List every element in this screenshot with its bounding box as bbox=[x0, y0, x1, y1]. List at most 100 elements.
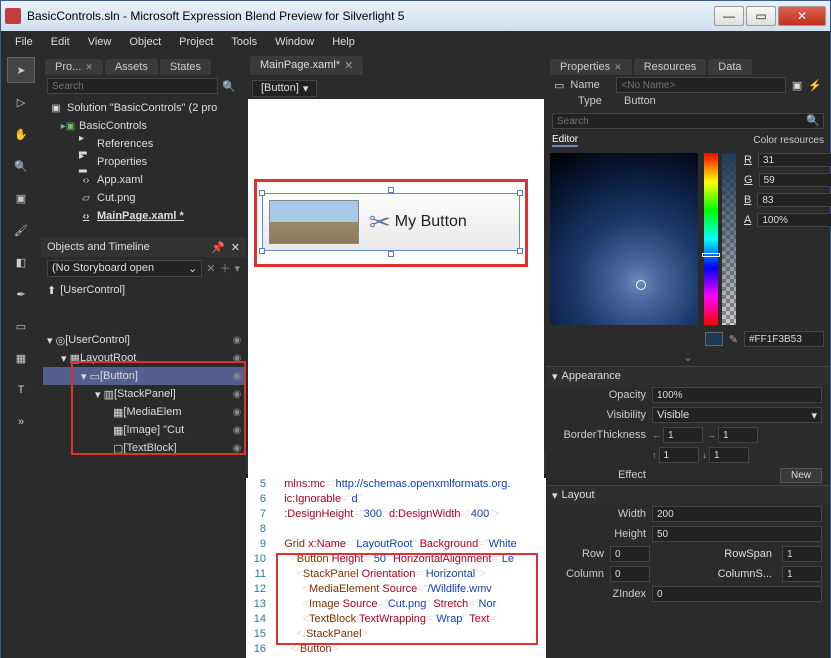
visibility-icon[interactable]: ◉ bbox=[230, 443, 244, 454]
tree-usercontrol[interactable]: ▾ ◎[UserControl]◉ bbox=[43, 331, 244, 349]
menu-file[interactable]: File bbox=[7, 34, 41, 50]
zoom-tool[interactable]: 🔍 bbox=[7, 153, 35, 179]
code-line[interactable]: 11 <StackPanel Orientation="Horizontal"> bbox=[246, 568, 546, 583]
b-input[interactable] bbox=[757, 193, 831, 207]
visibility-icon[interactable]: ◉ bbox=[230, 389, 244, 400]
gradient-tool[interactable]: ◧ bbox=[7, 249, 35, 275]
storyboard-combo[interactable]: (No Storyboard open⌄ bbox=[47, 260, 202, 277]
events-view-icon[interactable]: ⚡ bbox=[808, 79, 822, 92]
storyboard-new-icon[interactable]: ＋ bbox=[219, 260, 230, 276]
hue-slider[interactable] bbox=[704, 153, 718, 325]
direct-select-tool[interactable]: ▷ bbox=[7, 89, 35, 115]
row-input[interactable]: 0 bbox=[610, 546, 650, 562]
tree-button[interactable]: ▾ ▭[Button]◉ bbox=[43, 367, 244, 385]
visibility-icon[interactable]: ◉ bbox=[230, 335, 244, 346]
project-item[interactable]: ▸ ▂Properties bbox=[45, 153, 242, 171]
height-input[interactable] bbox=[652, 526, 822, 542]
resize-handle[interactable] bbox=[388, 187, 394, 193]
visibility-icon[interactable]: ◉ bbox=[230, 425, 244, 436]
resize-handle[interactable] bbox=[259, 248, 265, 254]
tree-textblock[interactable]: ▢[TextBlock]◉ bbox=[43, 439, 244, 457]
resize-handle[interactable] bbox=[259, 190, 265, 196]
menu-tools[interactable]: Tools bbox=[223, 34, 265, 50]
appearance-category[interactable]: ▾Appearance bbox=[546, 367, 830, 385]
tab-close-icon[interactable]: ✕ bbox=[344, 59, 353, 72]
tab-data[interactable]: Data bbox=[708, 59, 751, 75]
tree-image[interactable]: ▦[Image] "Cut◉ bbox=[43, 421, 244, 439]
rectangle-tool[interactable]: ▭ bbox=[7, 313, 35, 339]
scope-up-icon[interactable]: ⬆ bbox=[47, 284, 56, 297]
menu-window[interactable]: Window bbox=[267, 34, 322, 50]
brush-tool[interactable]: 🖌 bbox=[7, 217, 35, 243]
menu-edit[interactable]: Edit bbox=[43, 34, 78, 50]
width-input[interactable] bbox=[652, 506, 822, 522]
visibility-icon[interactable]: ◉ bbox=[230, 353, 244, 364]
columnspan-input[interactable]: 1 bbox=[782, 566, 822, 582]
tree-mediaelement[interactable]: ▦[MediaElem◉ bbox=[43, 403, 244, 421]
maximize-button[interactable]: ▭ bbox=[746, 6, 776, 26]
code-line[interactable]: 14 <TextBlock TextWrapping="Wrap" Text= bbox=[246, 613, 546, 628]
visibility-combo[interactable]: Visible▾ bbox=[652, 407, 822, 423]
text-tool[interactable]: T bbox=[7, 377, 35, 403]
thickness-right-input[interactable]: 1 bbox=[718, 427, 758, 443]
a-input[interactable] bbox=[757, 213, 831, 227]
menu-help[interactable]: Help bbox=[324, 34, 363, 50]
thickness-top-input[interactable]: 1 bbox=[659, 447, 699, 463]
color-picker-canvas[interactable] bbox=[550, 153, 698, 325]
code-line[interactable]: 15 </StackPanel> bbox=[246, 628, 546, 643]
rowspan-input[interactable]: 1 bbox=[782, 546, 822, 562]
breadcrumb[interactable]: [Button]▾ bbox=[252, 80, 317, 97]
thickness-left-input[interactable]: 1 bbox=[663, 427, 703, 443]
project-item[interactable]: ‹›App.xaml bbox=[45, 171, 242, 189]
layout-tool[interactable]: ▦ bbox=[7, 345, 35, 371]
project-item[interactable]: ‹›MainPage.xaml * bbox=[45, 207, 242, 225]
storyboard-close-icon[interactable]: ✕ bbox=[206, 262, 215, 275]
tab-properties[interactable]: Properties✕ bbox=[550, 59, 632, 75]
new-effect-button[interactable]: New bbox=[780, 468, 822, 483]
layout-category[interactable]: ▾Layout bbox=[546, 486, 830, 504]
code-line[interactable]: 16 </Button> bbox=[246, 643, 546, 658]
camera-tool[interactable]: ▣ bbox=[7, 185, 35, 211]
properties-view-icon[interactable]: ▣ bbox=[792, 79, 802, 92]
tree-stackpanel[interactable]: ▾ ▥[StackPanel]◉ bbox=[43, 385, 244, 403]
r-input[interactable] bbox=[758, 153, 831, 167]
expand-chevron-icon[interactable]: ⌄ bbox=[546, 349, 830, 366]
alpha-slider[interactable] bbox=[722, 153, 736, 325]
code-line[interactable]: 10 <Button Height="50" HorizontalAlignme… bbox=[246, 553, 546, 568]
code-line[interactable]: 6 ic:Ignorable="d" bbox=[246, 493, 546, 508]
column-input[interactable]: 0 bbox=[610, 566, 650, 582]
tab-close-icon[interactable]: ✕ bbox=[614, 62, 622, 72]
project-item[interactable]: ▸ ▂References bbox=[45, 135, 242, 153]
code-line[interactable]: 9 Grid x:Name="LayoutRoot" Background="W… bbox=[246, 538, 546, 553]
document-tab[interactable]: MainPage.xaml*✕ bbox=[250, 56, 363, 75]
tree-layoutroot[interactable]: ▾ ▦LayoutRoot◉ bbox=[43, 349, 244, 367]
code-line[interactable]: 8 bbox=[246, 523, 546, 538]
asset-tool[interactable]: » bbox=[7, 409, 35, 435]
code-line[interactable]: 12 <MediaElement Source="/Wildlife.wmv bbox=[246, 583, 546, 598]
hex-input[interactable] bbox=[744, 331, 824, 347]
tab-close-icon[interactable]: ✕ bbox=[85, 62, 93, 72]
tab-states[interactable]: States bbox=[160, 59, 211, 75]
project-search-input[interactable] bbox=[47, 78, 218, 94]
tab-pro[interactable]: Pro...✕ bbox=[45, 59, 103, 75]
name-input[interactable] bbox=[616, 77, 785, 93]
menu-view[interactable]: View bbox=[80, 34, 120, 50]
zindex-input[interactable] bbox=[652, 586, 822, 602]
menu-project[interactable]: Project bbox=[171, 34, 221, 50]
resize-handle[interactable] bbox=[517, 248, 523, 254]
resize-handle[interactable] bbox=[388, 251, 394, 257]
property-search-input[interactable] bbox=[552, 113, 824, 129]
visibility-icon[interactable]: ◉ bbox=[230, 407, 244, 418]
close-button[interactable]: ✕ bbox=[778, 6, 826, 26]
pen-tool[interactable]: ✒ bbox=[7, 281, 35, 307]
menu-object[interactable]: Object bbox=[121, 34, 169, 50]
storyboard-menu-icon[interactable]: ▾ bbox=[234, 262, 240, 275]
solution-node[interactable]: ▣Solution "BasicControls" (2 pro bbox=[45, 99, 242, 117]
code-line[interactable]: 13 <Image Source="Cut.png" Stretch="Nor bbox=[246, 598, 546, 613]
opacity-input[interactable] bbox=[652, 387, 822, 403]
project-item[interactable]: ▱Cut.png bbox=[45, 189, 242, 207]
color-resources-tab[interactable]: Color resources bbox=[753, 135, 824, 146]
g-input[interactable] bbox=[759, 173, 831, 187]
xaml-editor[interactable]: 5 mlns:mc="http://schemas.openxmlformats… bbox=[246, 478, 546, 658]
eyedropper-icon[interactable]: ✎ bbox=[729, 333, 738, 346]
